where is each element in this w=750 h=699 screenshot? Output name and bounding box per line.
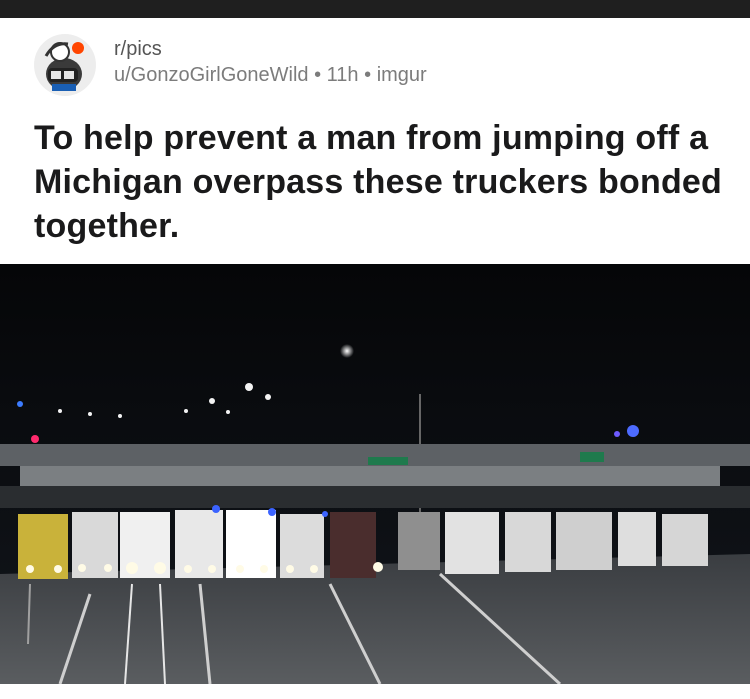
subreddit-link[interactable]: r/pics [114, 36, 427, 62]
post-meta: r/pics u/GonzoGirlGoneWild • 11h • imgur [114, 36, 427, 88]
post-domain[interactable]: imgur [377, 64, 427, 86]
truck-lineup [18, 510, 708, 579]
post-byline: u/GonzoGirlGoneWild • 11h • imgur [114, 62, 427, 88]
post-time: 11h [326, 64, 359, 86]
overpass-beam [20, 466, 720, 486]
underpass-shadow [0, 486, 750, 508]
road-sign [368, 457, 408, 465]
post-title[interactable]: To help prevent a man from jumping off a… [34, 116, 724, 248]
post-header: r/pics u/GonzoGirlGoneWild • 11h • imgur… [0, 18, 750, 264]
status-bar [0, 0, 750, 18]
author-link[interactable]: u/GonzoGirlGoneWild [114, 64, 309, 86]
snoo-avatar-icon[interactable] [34, 34, 96, 96]
post-image[interactable] [0, 264, 750, 684]
road-sign [580, 452, 604, 462]
bottom-margin [0, 684, 750, 699]
separator-dot: • [314, 64, 322, 86]
separator-dot: • [364, 64, 372, 86]
avatar-illustration [34, 34, 96, 96]
